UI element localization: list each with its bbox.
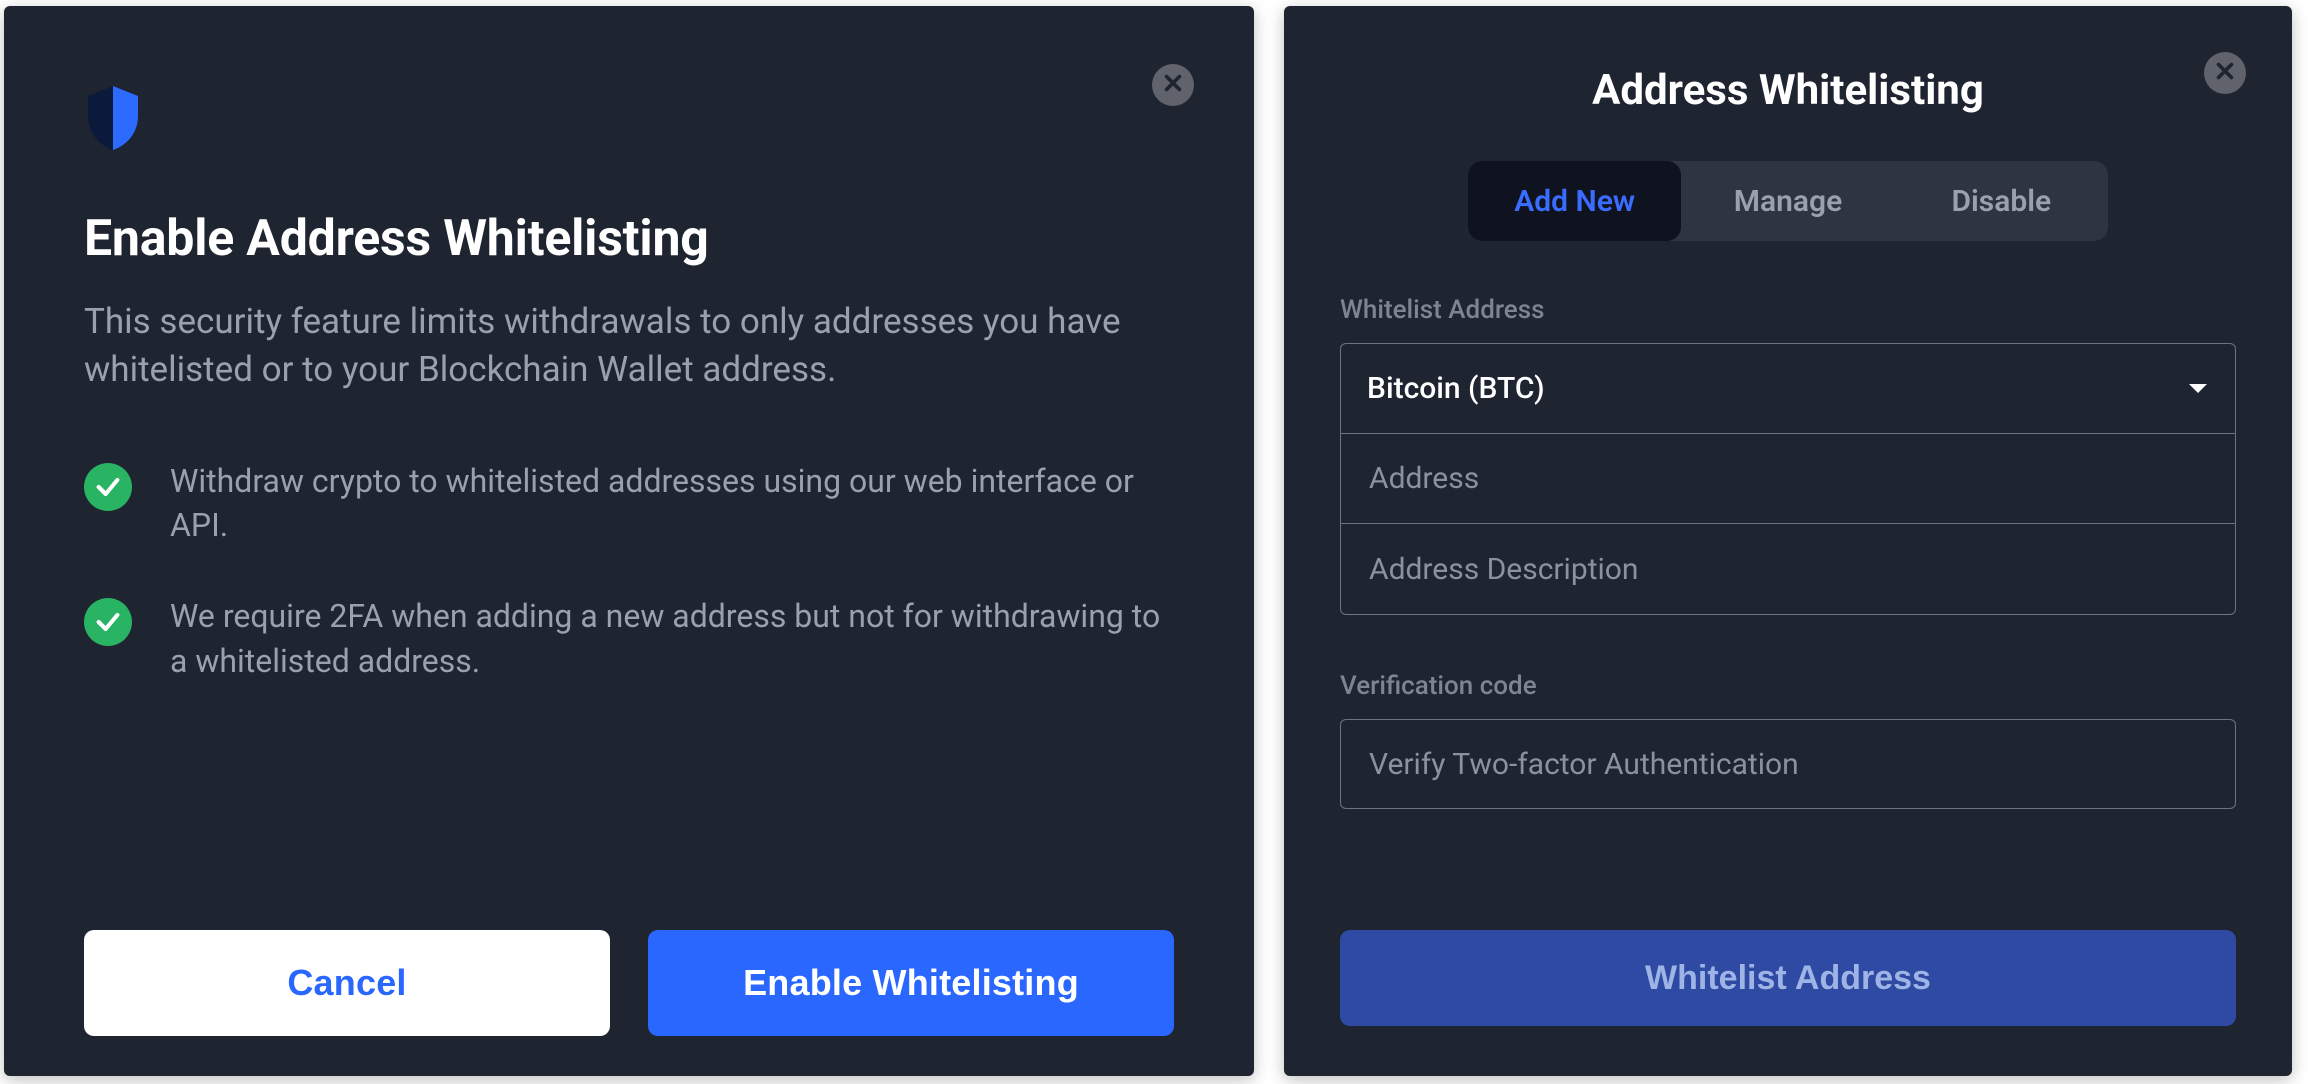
enable-whitelisting-modal: Enable Address Whitelisting This securit… [4,6,1254,1076]
tabs: Add New Manage Disable [1468,161,2108,241]
shield-icon [84,84,1174,152]
close-icon [2214,60,2236,86]
address-whitelisting-modal: Address Whitelisting Add New Manage Disa… [1284,6,2292,1076]
button-row: Cancel Enable Whitelisting [84,930,1174,1036]
verification-code-label: Verification code [1340,671,2236,701]
caret-down-icon [2187,382,2209,396]
currency-select[interactable]: Bitcoin (BTC) [1341,344,2235,434]
cancel-button[interactable]: Cancel [84,930,610,1036]
tab-manage[interactable]: Manage [1681,161,1894,241]
whitelist-address-fields: Bitcoin (BTC) [1340,343,2236,615]
verification-field [1340,719,2236,809]
modal-subtitle: This security feature limits withdrawals… [84,298,1144,395]
panel-title: Address Whitelisting [1340,66,2236,115]
verification-code-input[interactable] [1367,720,2209,808]
bullet-item: Withdraw crypto to whitelisted addresses… [84,459,1174,549]
currency-selected-value: Bitcoin (BTC) [1367,371,1545,406]
modal-title: Enable Address Whitelisting [84,210,1174,268]
check-icon [84,463,132,511]
bullet-text: Withdraw crypto to whitelisted addresses… [170,459,1174,549]
whitelist-address-label: Whitelist Address [1340,295,2236,325]
address-description-input[interactable] [1367,524,2209,614]
bullet-text: We require 2FA when adding a new address… [170,594,1174,684]
bullet-item: We require 2FA when adding a new address… [84,594,1174,684]
tab-disable[interactable]: Disable [1895,161,2108,241]
check-icon [84,598,132,646]
address-input-row [1341,434,2235,524]
feature-bullets: Withdraw crypto to whitelisted addresses… [84,459,1174,684]
close-button[interactable] [2204,52,2246,94]
enable-whitelisting-button[interactable]: Enable Whitelisting [648,930,1174,1036]
whitelist-address-submit-button[interactable]: Whitelist Address [1340,930,2236,1026]
address-description-row [1341,524,2235,614]
close-icon [1162,72,1184,98]
tab-add-new[interactable]: Add New [1468,161,1681,241]
close-button[interactable] [1152,64,1194,106]
address-input[interactable] [1367,434,2209,523]
